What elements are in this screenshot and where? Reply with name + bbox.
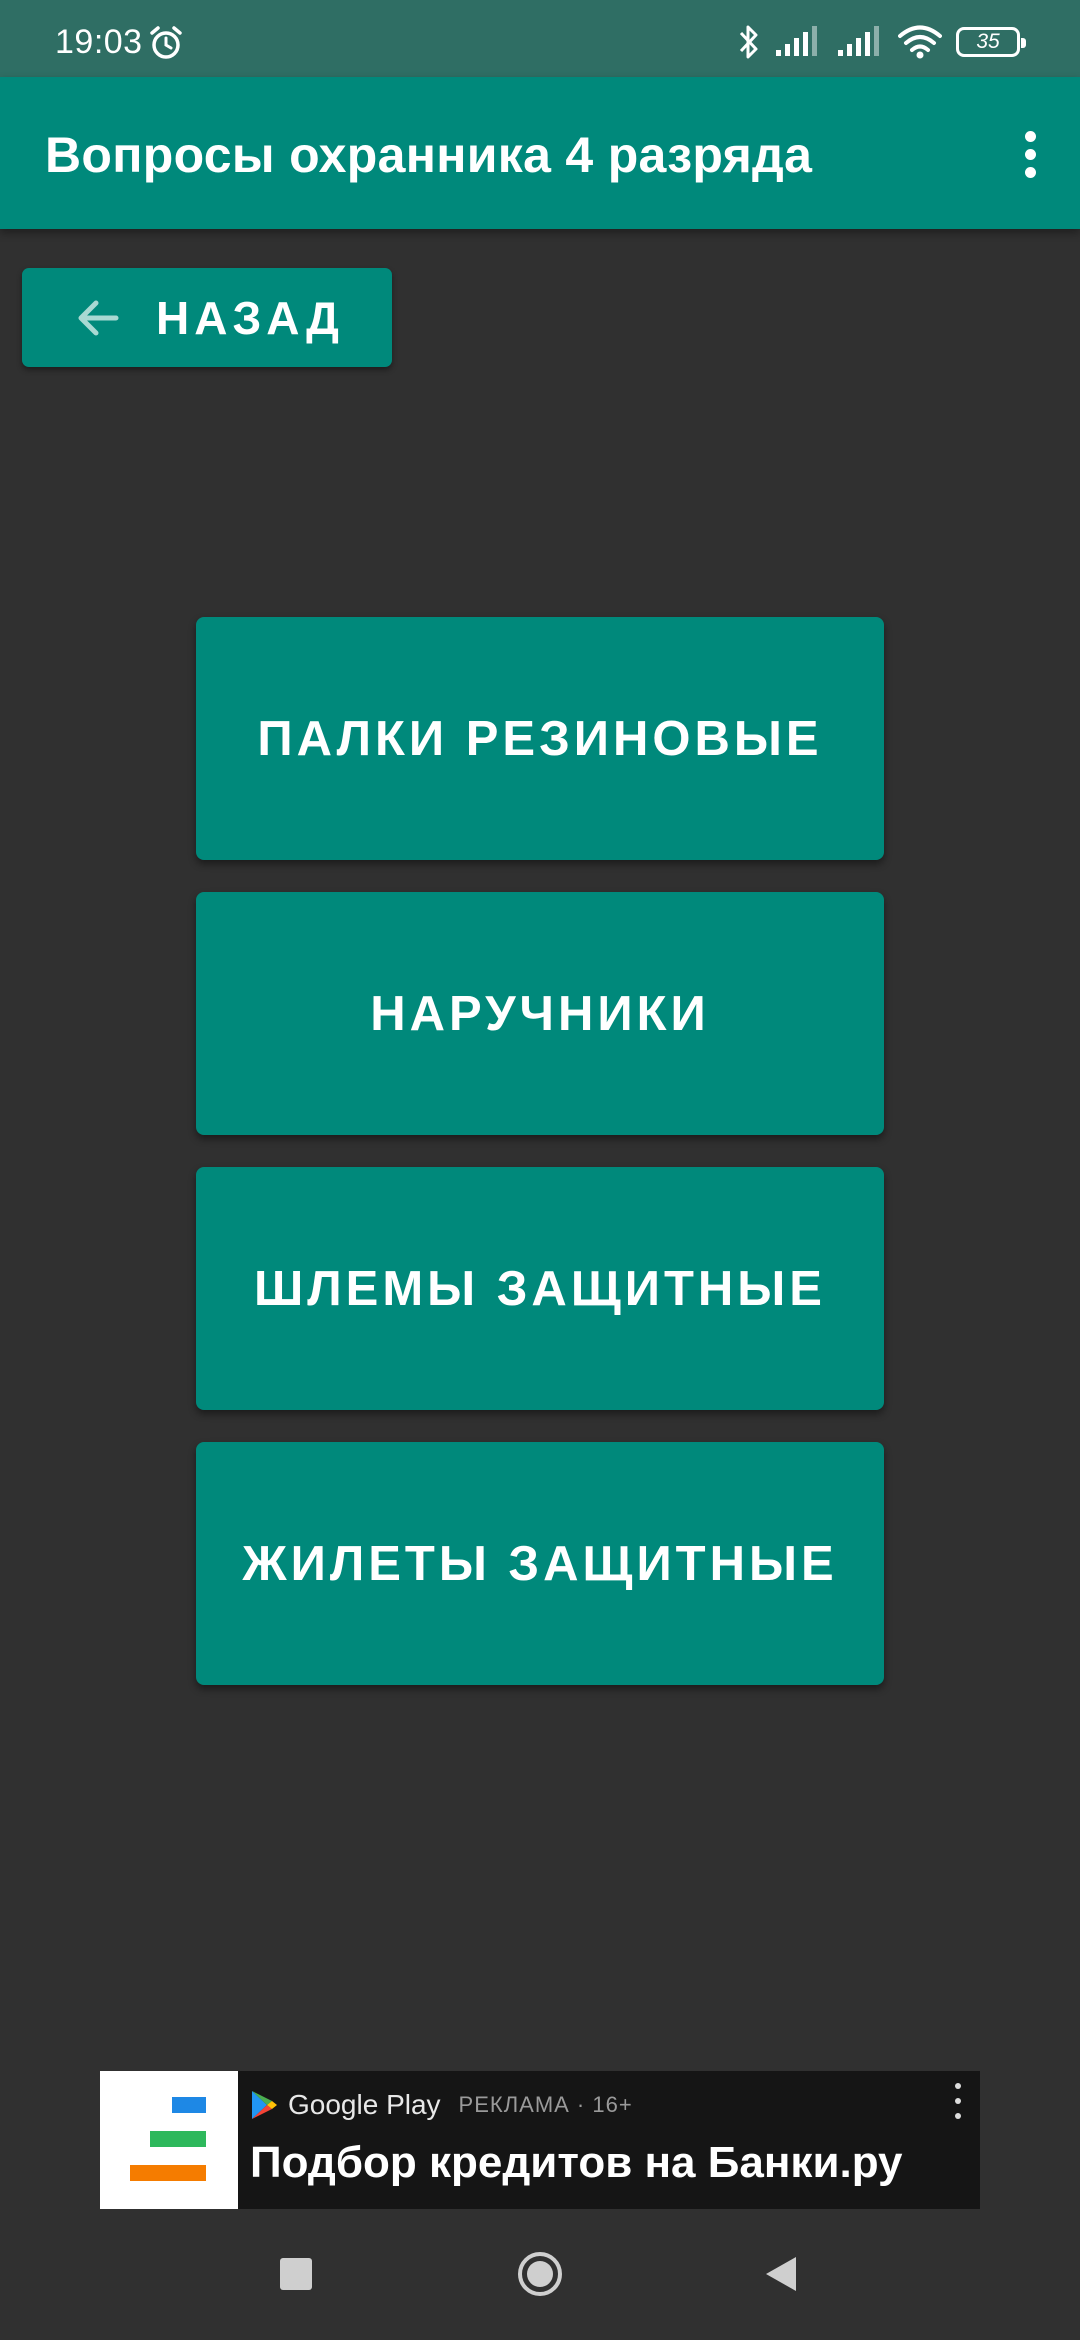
ad-logo-bar — [130, 2165, 206, 2181]
signal-icon — [838, 26, 879, 56]
bluetooth-icon — [739, 25, 758, 59]
back-button[interactable]: НАЗАД — [22, 268, 392, 367]
status-icons: 35 — [738, 22, 1026, 62]
ad-store-name: Google Play — [288, 2089, 441, 2120]
ad-logo-bar — [150, 2131, 206, 2147]
category-list: ПАЛКИ РЕЗИНОВЫЕ НАРУЧНИКИ ШЛЕМЫ ЗАЩИТНЫЕ… — [196, 617, 884, 1717]
ad-store: Google Play РЕКЛАМА · 16+ — [250, 2085, 633, 2125]
app-bar: Вопросы охранника 4 разряда — [0, 77, 1080, 229]
status-bar: 19:03 35 — [0, 0, 1080, 77]
ad-menu-icon[interactable] — [948, 2083, 968, 2119]
battery-level: 35 — [976, 30, 1000, 53]
nav-bar — [0, 2220, 1080, 2340]
category-button-rubber-batons[interactable]: ПАЛКИ РЕЗИНОВЫЕ — [196, 617, 884, 860]
ad-logo — [100, 2071, 238, 2209]
back-icon[interactable] — [762, 2254, 800, 2294]
alarm-icon — [150, 26, 182, 59]
signal-icon — [776, 26, 817, 56]
google-play-icon — [252, 2091, 277, 2119]
ad-logo-bar — [172, 2097, 206, 2113]
battery-icon: 35 — [956, 27, 1026, 57]
wifi-icon — [898, 25, 942, 59]
ad-headline: Подбор кредитов на Банки.ру — [250, 2138, 903, 2187]
category-button-protective-helmets[interactable]: ШЛЕМЫ ЗАЩИТНЫЕ — [196, 1167, 884, 1410]
home-icon[interactable] — [516, 2250, 564, 2298]
app-screen: 19:03 35 Вопросы охранника 4 разряда НАЗ… — [0, 0, 1080, 2340]
recent-apps-icon[interactable] — [280, 2258, 312, 2290]
category-button-protective-vests[interactable]: ЖИЛЕТЫ ЗАЩИТНЫЕ — [196, 1442, 884, 1685]
page-title: Вопросы охранника 4 разряда — [45, 127, 813, 183]
ad-banner[interactable]: Google Play РЕКЛАМА · 16+ Подбор кредито… — [100, 2071, 980, 2209]
back-button-label: НАЗАД — [156, 291, 344, 344]
status-time: 19:03 — [55, 23, 143, 61]
category-button-handcuffs[interactable]: НАРУЧНИКИ — [196, 892, 884, 1135]
ad-meta: РЕКЛАМА · 16+ — [458, 2092, 633, 2117]
overflow-menu-icon[interactable] — [1000, 121, 1060, 187]
arrow-left-icon — [78, 300, 119, 335]
